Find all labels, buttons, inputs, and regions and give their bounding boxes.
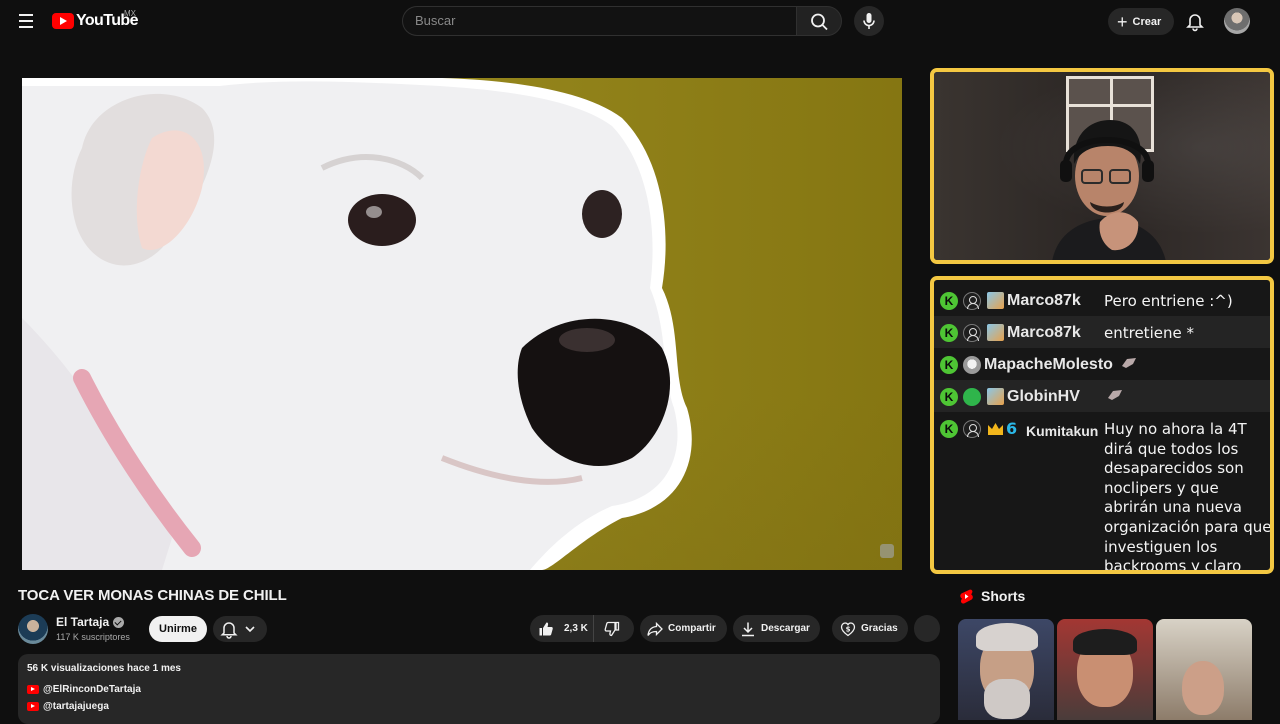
short-face-image xyxy=(1182,661,1224,715)
channel-name: El Tartaja xyxy=(56,615,110,629)
watermark-icon xyxy=(880,544,894,558)
download-label: Descargar xyxy=(761,623,810,634)
subscription-bell-button[interactable] xyxy=(213,616,267,642)
voice-search-button[interactable] xyxy=(854,6,884,36)
description-link[interactable]: @tartajajuega xyxy=(27,701,109,712)
logo-country-code: MX xyxy=(124,9,136,18)
like-dislike-group: 2,3 K xyxy=(530,615,634,642)
chat-username: MapacheMolesto xyxy=(984,356,1113,373)
channel-name-link[interactable]: El Tartaja xyxy=(56,615,125,629)
youtube-mini-icon xyxy=(27,702,39,711)
chat-message: K GlobinHV xyxy=(934,380,1270,412)
search-icon xyxy=(811,13,828,31)
chat-message: K Marco87k Pero entriene :^) xyxy=(934,284,1270,316)
kick-badge-icon: K xyxy=(940,356,958,374)
link-text: @tartajajuega xyxy=(43,701,109,712)
shorts-icon xyxy=(960,589,973,603)
video-player[interactable] xyxy=(22,78,902,570)
join-button[interactable]: Unirme xyxy=(149,616,207,642)
kick-badge-icon: K xyxy=(940,292,958,310)
download-button[interactable]: Descargar xyxy=(733,615,820,642)
microphone-icon xyxy=(863,13,875,29)
more-actions-button[interactable] xyxy=(914,615,940,642)
share-button[interactable]: Compartir xyxy=(640,615,727,642)
chat-username: GlobinHV xyxy=(1007,388,1080,405)
view-count-date: 56 K visualizaciones hace 1 mes xyxy=(27,663,181,674)
short-beard-image xyxy=(984,679,1030,719)
share-label: Compartir xyxy=(668,623,716,634)
chat-text: Pero entriene :^) xyxy=(1104,292,1233,310)
hamburger-menu-icon[interactable] xyxy=(14,10,38,32)
search-button[interactable] xyxy=(796,6,842,36)
short-thumbnail[interactable] xyxy=(958,619,1054,720)
dislike-button[interactable] xyxy=(594,615,634,642)
like-button[interactable]: 2,3 K xyxy=(530,615,594,642)
download-icon xyxy=(742,622,754,636)
chat-message: K Marco87k entretiene * xyxy=(934,316,1270,348)
like-count: 2,3 K xyxy=(564,623,588,634)
thanks-button[interactable]: $ Gracias xyxy=(832,615,908,642)
top-bar: YouTube MX Buscar + Crear xyxy=(0,0,1280,42)
user-badge-icon xyxy=(963,324,981,342)
webcam-overlay xyxy=(930,68,1274,264)
chat-text: entretiene * xyxy=(1104,324,1194,342)
dog-image xyxy=(22,78,692,570)
shorts-title: Shorts xyxy=(981,588,1026,604)
crown-badge-icon xyxy=(988,423,1003,435)
chat-username: Marco87k xyxy=(1007,292,1081,309)
description-box[interactable]: 56 K visualizaciones hace 1 mes @ElRinco… xyxy=(18,654,940,724)
bell-dropdown-icon xyxy=(220,622,255,639)
streamer-image xyxy=(1052,120,1166,260)
youtube-mini-icon xyxy=(27,685,39,694)
subscriber-badge-icon xyxy=(987,324,1004,341)
bell-icon xyxy=(1186,14,1204,32)
user-badge-icon xyxy=(963,292,981,310)
channel-avatar[interactable] xyxy=(18,614,48,644)
kick-badge-icon: K xyxy=(940,388,958,406)
short-hair-image xyxy=(976,623,1038,651)
search-input[interactable]: Buscar xyxy=(402,6,796,36)
thumbs-up-icon xyxy=(539,622,553,635)
create-label: Crear xyxy=(1132,15,1162,28)
chat-message: K MapacheMolesto xyxy=(934,348,1270,380)
chat-username: Kumitakun xyxy=(1026,423,1099,439)
raccoon-badge-icon xyxy=(963,356,981,374)
tier-badge-icon: 6 xyxy=(1006,419,1018,438)
notifications-button[interactable] xyxy=(1182,8,1208,34)
share-icon xyxy=(647,621,663,636)
shorts-header: Shorts xyxy=(960,588,1025,604)
short-thumbnail[interactable] xyxy=(1156,619,1252,720)
account-avatar[interactable] xyxy=(1224,8,1250,34)
short-hair-image xyxy=(1073,629,1137,655)
description-link[interactable]: @ElRinconDeTartaja xyxy=(27,684,141,695)
emote-icon xyxy=(1122,358,1136,368)
thanks-label: Gracias xyxy=(861,623,898,634)
video-title: TOCA VER MONAS CHINAS DE CHILL xyxy=(18,587,287,604)
create-button[interactable]: + Crear xyxy=(1108,8,1174,35)
kick-badge-icon: K xyxy=(940,420,958,438)
heart-dollar-icon: $ xyxy=(840,621,856,636)
youtube-play-icon xyxy=(52,13,74,29)
subscriber-badge-icon xyxy=(987,292,1004,309)
subscriber-badge-icon xyxy=(987,388,1004,405)
subscriber-count: 117 K suscriptores xyxy=(56,632,130,642)
chat-text: Huy no ahora la 4T dirá que todos los de… xyxy=(1104,420,1272,574)
svg-text:$: $ xyxy=(846,625,851,633)
chat-message: K 6 Kumitakun Huy no ahora la 4T dirá qu… xyxy=(934,412,1270,570)
chat-overlay: K Marco87k Pero entriene :^) K Marco87k … xyxy=(930,276,1274,574)
verified-icon xyxy=(113,616,125,628)
thumbs-down-icon xyxy=(604,621,619,636)
chat-username: Marco87k xyxy=(1007,324,1081,341)
plus-icon: + xyxy=(1117,11,1128,32)
goblin-badge-icon xyxy=(963,388,981,406)
emote-icon xyxy=(1108,390,1122,400)
short-thumbnail[interactable] xyxy=(1057,619,1153,720)
kick-badge-icon: K xyxy=(940,324,958,342)
user-badge-icon xyxy=(963,420,981,438)
link-text: @ElRinconDeTartaja xyxy=(43,684,141,695)
